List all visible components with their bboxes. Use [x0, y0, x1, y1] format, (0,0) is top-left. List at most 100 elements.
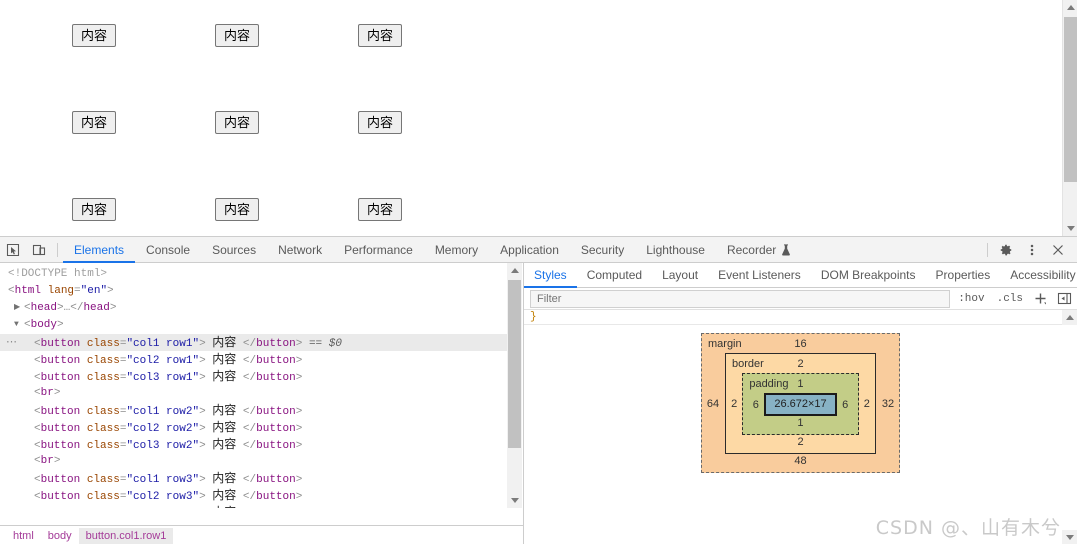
tab-label: Security: [580, 242, 625, 257]
dom-tree-row[interactable]: <button class="col2 row1"> 内容 </button>: [0, 351, 508, 368]
dom-tree-row[interactable]: <button class="col1 row2"> 内容 </button>: [0, 402, 508, 419]
box-model-border-left[interactable]: 2: [726, 398, 742, 410]
breadcrumb-item[interactable]: body: [41, 528, 79, 544]
dom-tree-row[interactable]: <button class="col1 row3"> 内容 </button>: [0, 470, 508, 487]
settings-gear-icon[interactable]: [993, 237, 1019, 262]
tab-recorder[interactable]: Recorder: [716, 237, 802, 262]
styles-tab-computed[interactable]: Computed: [577, 263, 652, 287]
dom-tree-row[interactable]: <button class="col3 row3"> 内容 </button>: [0, 504, 508, 508]
page-button-col1-row1[interactable]: 内容: [72, 24, 117, 47]
styles-tab-event-listeners[interactable]: Event Listeners: [708, 263, 811, 287]
dom-tree-vertical-scrollbar[interactable]: [507, 263, 522, 508]
tab-performance[interactable]: Performance: [333, 237, 424, 262]
plus-icon[interactable]: [1029, 291, 1052, 306]
box-model-padding-top[interactable]: 1: [797, 378, 803, 390]
box-model-margin-top[interactable]: 16: [794, 338, 806, 350]
styles-tab-accessibility[interactable]: Accessibility: [1000, 263, 1077, 287]
tab-label: Network: [278, 242, 323, 257]
box-model-border-top[interactable]: 2: [797, 358, 803, 370]
tab-lighthouse[interactable]: Lighthouse: [635, 237, 716, 262]
box-model-padding-right[interactable]: 6: [837, 399, 854, 411]
panel-toggle-icon[interactable]: [1052, 291, 1077, 306]
box-model-padding-left[interactable]: 6: [747, 399, 764, 411]
dom-scrollbar-thumb[interactable]: [508, 280, 521, 448]
inspect-element-icon[interactable]: [0, 237, 26, 262]
hover-state-button[interactable]: :hov: [952, 293, 990, 305]
styles-filter-input[interactable]: [530, 289, 951, 308]
dom-tree-row[interactable]: <br>: [0, 385, 508, 402]
dom-tree-row[interactable]: ▼ <body>: [0, 317, 508, 334]
toolbar-divider-right: [987, 242, 988, 257]
styles-scroll-up-icon[interactable]: [1062, 310, 1077, 325]
tab-security[interactable]: Security: [570, 237, 635, 262]
tab-sources[interactable]: Sources: [201, 237, 267, 262]
box-model-padding-layer[interactable]: padding 1 6 26.672×17 6 1: [742, 373, 859, 435]
close-icon[interactable]: [1045, 237, 1071, 262]
viewport-scrollbar-thumb[interactable]: [1064, 17, 1077, 182]
dom-tree-row[interactable]: <button class="col2 row2"> 内容 </button>: [0, 419, 508, 436]
page-button-col1-row3[interactable]: 内容: [72, 198, 117, 221]
styles-tab-styles[interactable]: Styles: [524, 263, 577, 288]
dom-row-badge[interactable]: ⋯: [6, 335, 18, 352]
style-rule-snippet[interactable]: }: [524, 310, 1077, 325]
toolbar-divider: [57, 242, 58, 257]
box-model-border-right[interactable]: 2: [859, 398, 875, 410]
beaker-icon: [781, 243, 791, 256]
device-toolbar-icon[interactable]: [26, 237, 52, 262]
styles-tab-properties[interactable]: Properties: [926, 263, 1001, 287]
devtools-screenshot: 内容 内容 内容 内容 内容 内容 内容 内容 内容 Elements Cons…: [0, 0, 1077, 544]
page-button-col2-row1[interactable]: 内容: [215, 24, 260, 47]
dom-row-content: <button class="col1 row3"> 内容 </button>: [34, 471, 303, 486]
scroll-up-arrow-icon[interactable]: [1063, 0, 1077, 15]
page-button-col1-row2[interactable]: 内容: [72, 111, 117, 134]
dom-tree-row[interactable]: <br>: [0, 453, 508, 470]
dom-tree-row[interactable]: ⋯ <button class="col1 row1"> 内容 </button>…: [0, 334, 508, 351]
box-model-margin-bottom[interactable]: 48: [702, 454, 899, 468]
page-button-col2-row3[interactable]: 内容: [215, 198, 260, 221]
class-toggle-button[interactable]: .cls: [991, 293, 1029, 305]
box-model-padding-bottom[interactable]: 1: [743, 416, 857, 430]
devtools-tabbar: Elements Console Sources Network Performance…: [0, 237, 1077, 263]
dom-scroll-up-icon[interactable]: [507, 263, 522, 278]
more-options-icon[interactable]: [1019, 237, 1045, 262]
dom-tree-row[interactable]: <button class="col2 row3"> 内容 </button>: [0, 487, 508, 504]
page-button-col3-row1[interactable]: 内容: [358, 24, 403, 47]
dom-tree-row[interactable]: ▶ <head>…</head>: [0, 300, 508, 317]
breadcrumb-item[interactable]: html: [6, 528, 41, 544]
tab-label: Elements: [74, 242, 125, 257]
styles-scroll-down-icon[interactable]: [1062, 530, 1077, 544]
tab-console[interactable]: Console: [135, 237, 201, 262]
dom-tree-row[interactable]: <button class="col3 row2"> 内容 </button>: [0, 436, 508, 453]
dom-tree-row[interactable]: <!DOCTYPE html>: [0, 266, 508, 283]
styles-sidebar-tabs: Styles Computed Layout Event Listeners DOM B…: [524, 263, 1077, 288]
box-model-border-bottom[interactable]: 2: [726, 435, 875, 449]
dom-tree[interactable]: <!DOCTYPE html> <html lang="en"> ▶ <head>…<…: [0, 263, 508, 508]
dom-row-content: <button class="col2 row3"> 内容 </button>: [34, 488, 303, 503]
page-button-col3-row2[interactable]: 内容: [358, 111, 403, 134]
viewport-vertical-scrollbar[interactable]: [1062, 0, 1077, 236]
tab-memory[interactable]: Memory: [424, 237, 489, 262]
tab-application[interactable]: Application: [489, 237, 570, 262]
tab-label: Application: [500, 242, 559, 257]
box-model-diagram: margin 16 64 border 2 2 padding 1 6 26.6…: [524, 333, 1077, 523]
styles-tab-layout[interactable]: Layout: [652, 263, 708, 287]
box-model-border-layer[interactable]: border 2 2 padding 1 6 26.672×17 6 1 2 2: [725, 353, 876, 454]
tab-elements[interactable]: Elements: [63, 237, 136, 263]
box-model-content-box[interactable]: 26.672×17: [764, 393, 837, 416]
dom-scroll-down-icon[interactable]: [507, 493, 522, 508]
dom-row-content: <button class="col3 row2"> 内容 </button>: [34, 437, 303, 452]
tab-network[interactable]: Network: [267, 237, 333, 262]
scroll-down-arrow-icon[interactable]: [1063, 221, 1077, 236]
box-model-margin-layer[interactable]: margin 16 64 border 2 2 padding 1 6 26.6…: [701, 333, 900, 473]
page-button-col2-row2[interactable]: 内容: [215, 111, 260, 134]
styles-pane: Styles Computed Layout Event Listeners DOM B…: [524, 263, 1077, 544]
tab-label: Lighthouse: [646, 242, 705, 257]
box-model-margin-label: margin: [708, 338, 742, 350]
breadcrumb-item[interactable]: button.col1.row1: [78, 527, 174, 544]
dom-tree-row[interactable]: <button class="col3 row1"> 内容 </button>: [0, 368, 508, 385]
styles-tab-dom-breakpoints[interactable]: DOM Breakpoints: [811, 263, 926, 287]
box-model-margin-left[interactable]: 64: [702, 398, 724, 410]
dom-tree-row[interactable]: <html lang="en">: [0, 283, 508, 300]
box-model-margin-right[interactable]: 32: [877, 398, 899, 410]
page-button-col3-row3[interactable]: 内容: [358, 198, 403, 221]
